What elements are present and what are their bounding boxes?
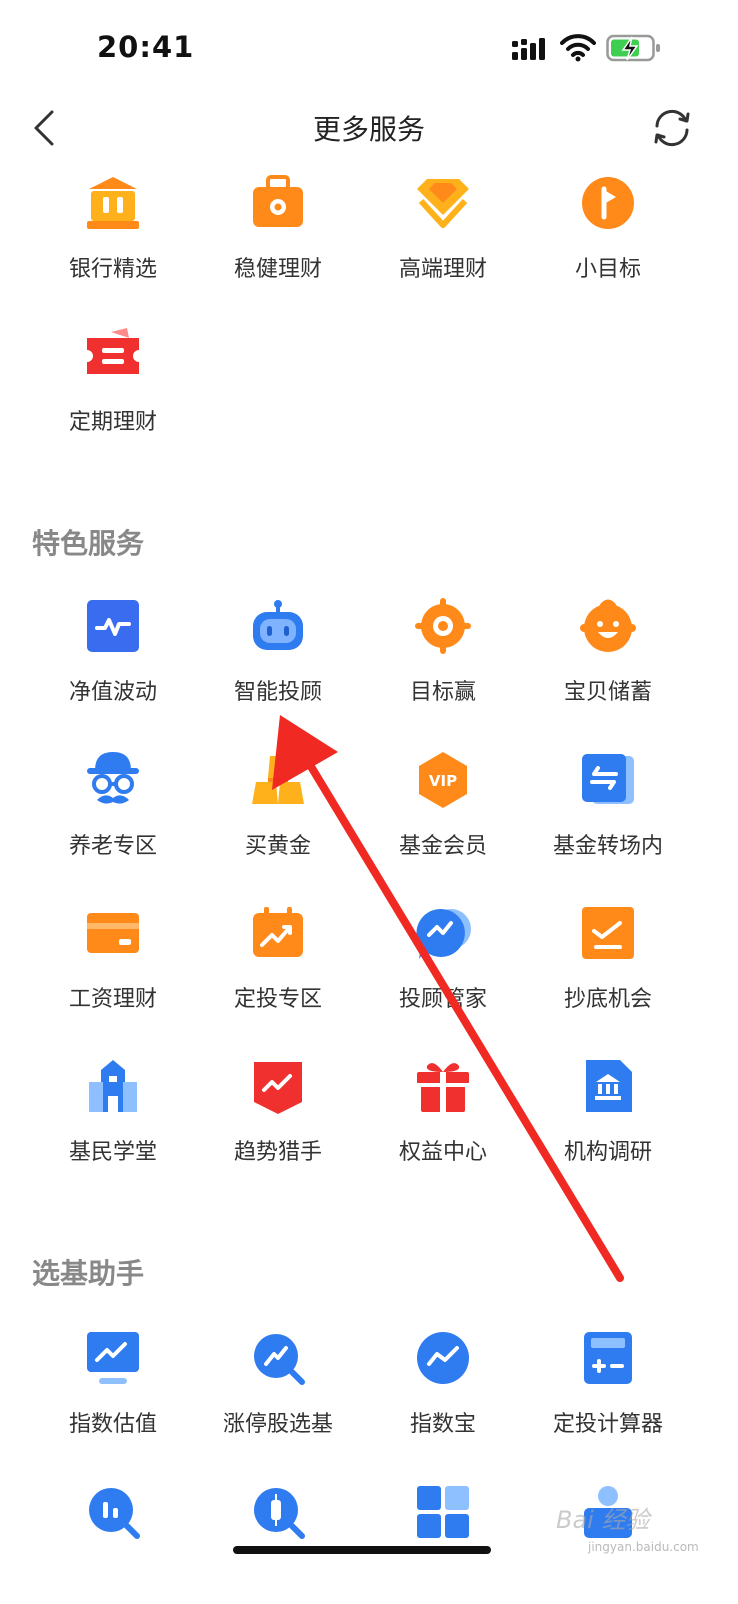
calculator-icon	[584, 1332, 632, 1384]
grid-item-small-goal[interactable]: 小目标	[533, 175, 683, 295]
pulse-chart-icon	[87, 600, 139, 652]
grid-item-label: 买黄金	[244, 834, 311, 859]
wifi-icon	[560, 34, 596, 62]
watermark-url: jingyan.baidu.com	[588, 1540, 699, 1554]
grid-item-nav-volatility[interactable]: 净值波动	[38, 598, 188, 718]
grid-item-label: 抄底机会	[563, 987, 652, 1012]
grid-item-benefits-center[interactable]: 权益中心	[368, 1058, 518, 1178]
grid-item-label: 指数估值	[68, 1412, 157, 1437]
status-bar: 20:41	[0, 0, 738, 96]
grid-item-partial[interactable]	[38, 1484, 188, 1604]
grid-item-buy-gold[interactable]: 买黄金	[203, 752, 353, 872]
grid-item-partial[interactable]	[368, 1484, 518, 1604]
grid-item-label: 养老专区	[68, 834, 157, 859]
grid-item-trend-hunter[interactable]: 趋势猎手	[203, 1058, 353, 1178]
grid-item-label: 投顾管家	[398, 987, 487, 1012]
bank-icon	[87, 177, 139, 229]
chat-trend-icon	[416, 908, 471, 959]
grid-item-label: 基民学堂	[68, 1140, 157, 1165]
grid-item-label: 银行精选	[68, 257, 157, 282]
card-icon	[87, 913, 139, 953]
grid-item-label: 稳健理财	[233, 257, 322, 282]
grid-item-bank-select[interactable]: 银行精选	[38, 175, 188, 295]
magnifier-bars-icon	[89, 1488, 140, 1539]
section-title-special: 特色服务	[32, 527, 145, 560]
refresh-button[interactable]	[650, 106, 694, 150]
grid-item-fund-member[interactable]: VIP 基金会员	[368, 752, 518, 872]
grid-item-label: 基金转场内	[552, 834, 663, 859]
magnifier-trend-icon	[254, 1334, 305, 1385]
grid-item-index-treasure[interactable]: 指数宝	[368, 1330, 518, 1450]
flag-target-icon	[582, 177, 634, 229]
grid-item-index-valuation[interactable]: 指数估值	[38, 1330, 188, 1450]
grid-item-label: 机构调研	[563, 1140, 652, 1165]
grid-item-target-win[interactable]: 目标赢	[368, 598, 518, 718]
diamond-icon	[417, 179, 469, 228]
grid-item-steady-wealth[interactable]: 稳健理财	[203, 175, 353, 295]
grid-item-label: 高端理财	[398, 257, 487, 282]
grid-item-premium-wealth[interactable]: 高端理财	[368, 175, 518, 295]
battery-icon	[606, 34, 660, 62]
grid-item-label: 定投专区	[233, 987, 322, 1012]
briefcase-icon	[253, 175, 303, 227]
home-indicator[interactable]	[233, 1546, 491, 1554]
grid-item-robo-advisor[interactable]: 智能投顾	[203, 598, 353, 718]
grid-item-investor-school[interactable]: 基民学堂	[38, 1058, 188, 1178]
nav-bar: 更多服务	[0, 96, 738, 160]
grid-item-institution-research[interactable]: 机构调研	[533, 1058, 683, 1178]
grid-item-fixed-wealth[interactable]: 定期理财	[38, 328, 188, 448]
grid-item-fund-transfer[interactable]: 基金转场内	[533, 752, 683, 872]
grid-item-label: 工资理财	[68, 987, 157, 1012]
monitor-chart-icon	[87, 1332, 139, 1384]
target-icon	[415, 598, 471, 654]
grid-item-label: 小目标	[574, 257, 641, 282]
transfer-icon	[582, 754, 634, 804]
grid-item-label: 宝贝储蓄	[563, 680, 652, 705]
grid-item-pension-zone[interactable]: 养老专区	[38, 752, 188, 872]
shield-trend-icon	[254, 1062, 302, 1114]
section-title-helper: 选基助手	[32, 1257, 145, 1290]
grid-item-auto-invest-calculator[interactable]: 定投计算器	[533, 1330, 683, 1450]
vip-hexagon-icon: VIP	[419, 752, 467, 808]
gold-bars-icon	[252, 756, 304, 804]
calendar-chart-icon	[253, 907, 303, 957]
grid-item-label: 涨停股选基	[222, 1412, 333, 1437]
signal-icon	[512, 38, 545, 60]
grid-item-auto-invest-zone[interactable]: 定投专区	[203, 905, 353, 1025]
grid-item-advisor-butler[interactable]: 投顾管家	[368, 905, 518, 1025]
check-chart-icon	[582, 907, 634, 959]
old-man-icon	[87, 752, 139, 804]
grid-item-limit-up-fund[interactable]: 涨停股选基	[203, 1330, 353, 1450]
watermark-logo: Bai 经验	[556, 1506, 650, 1534]
grid-item-salary-wealth[interactable]: 工资理财	[38, 905, 188, 1025]
grid-item-label: 指数宝	[409, 1412, 476, 1437]
grid-item-partial[interactable]	[203, 1484, 353, 1604]
vip-badge-text: VIP	[429, 772, 457, 790]
school-building-icon	[89, 1060, 137, 1112]
page-title: 更多服务	[312, 113, 425, 146]
trend-circle-icon	[417, 1332, 469, 1384]
refresh-icon	[654, 109, 690, 147]
grid-item-bottom-fishing[interactable]: 抄底机会	[533, 905, 683, 1025]
gift-icon	[417, 1063, 469, 1112]
magnifier-candle-icon	[254, 1488, 305, 1539]
grid-item-label: 趋势猎手	[233, 1140, 322, 1165]
institution-doc-icon	[586, 1060, 632, 1112]
grid-item-label: 智能投顾	[233, 680, 322, 705]
grid-item-label: 基金会员	[398, 834, 487, 859]
grid-item-baby-savings[interactable]: 宝贝储蓄	[533, 598, 683, 718]
grid-item-label: 定投计算器	[552, 1412, 663, 1437]
grid-item-label: 定期理财	[68, 410, 157, 435]
grid-item-label: 净值波动	[68, 680, 157, 705]
baby-face-icon	[580, 599, 636, 652]
grid-apps-icon	[417, 1486, 469, 1538]
robot-icon	[253, 600, 303, 650]
grid-item-label: 权益中心	[398, 1140, 487, 1165]
grid-item-label: 目标赢	[409, 680, 476, 705]
ticket-icon	[87, 328, 139, 374]
status-time: 20:41	[97, 30, 195, 64]
